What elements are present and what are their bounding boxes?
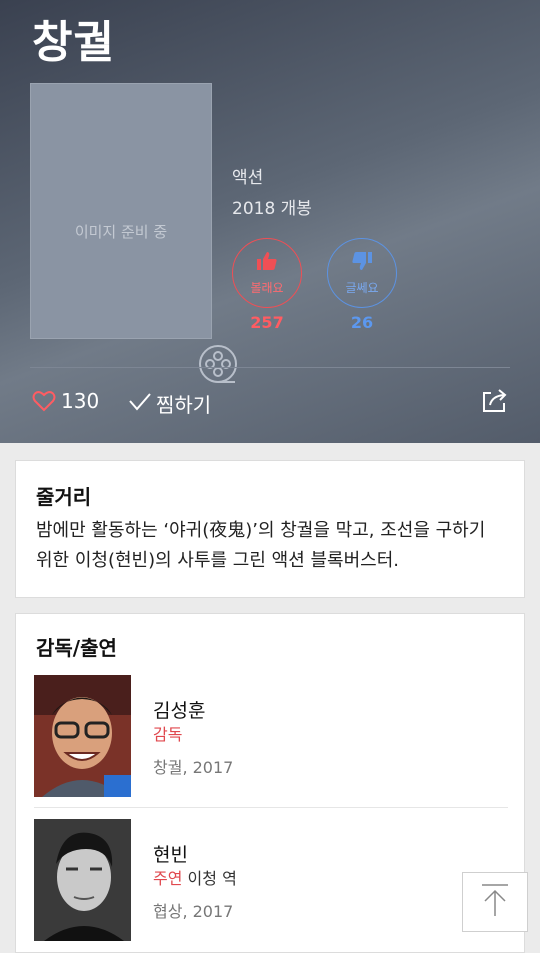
actor-role-line: 주연 이청 역 <box>153 865 237 889</box>
cast-card: 감독/출연 김성훈 감독 창궐, 2017 현빈 주연 이청 역 협상, 201… <box>15 613 525 953</box>
wishlist-button[interactable]: 찜하기 <box>156 389 211 418</box>
thumbs-up-icon <box>256 251 278 275</box>
dislike-button[interactable]: 글쎄요 <box>327 238 397 308</box>
movie-title: 창궐 <box>32 17 115 68</box>
dislike-count: 26 <box>350 313 374 332</box>
dislike-label: 글쎄요 <box>345 280 379 295</box>
poster-placeholder-text: 이미지 준비 중 <box>74 223 168 241</box>
director-role: 감독 <box>153 725 183 744</box>
cast-heading: 감독/출연 <box>36 636 117 660</box>
plot-card: 줄거리 밤에만 활동하는 ‘야귀(夜鬼)’의 창궐을 막고, 조선을 구하기 위… <box>15 460 525 598</box>
actor-work: 협상, 2017 <box>153 902 234 921</box>
release-year: 2018 개봉 <box>232 199 312 219</box>
plot-text: 밤에만 활동하는 ‘야귀(夜鬼)’의 창궐을 막고, 조선을 구하기 위한 이청… <box>36 520 486 571</box>
poster-placeholder: 이미지 준비 중 <box>30 83 237 383</box>
thumbs-down-icon <box>351 251 373 275</box>
divider <box>30 367 510 368</box>
scroll-to-top-button[interactable] <box>462 872 528 932</box>
director-photo[interactable] <box>34 675 131 797</box>
director-work: 창궐, 2017 <box>153 758 234 777</box>
share-icon[interactable] <box>482 388 508 418</box>
actor-name[interactable]: 현빈 <box>153 840 188 867</box>
likes-count: 130 <box>61 389 100 413</box>
plot-heading: 줄거리 <box>36 485 92 509</box>
actor-photo[interactable] <box>34 819 131 941</box>
heart-icon[interactable] <box>32 390 56 416</box>
like-button[interactable]: 볼래요 <box>232 238 302 308</box>
check-icon[interactable] <box>129 393 151 415</box>
movie-header: 창궐 이미지 준비 중 액션 2018 개봉 볼래요 257 글쎄요 26 13… <box>0 0 540 443</box>
like-label: 볼래요 <box>250 280 284 295</box>
actor-character: 이청 역 <box>182 869 237 888</box>
cast-separator <box>34 807 508 808</box>
actor-role: 주연 <box>153 869 183 888</box>
arrow-up-icon <box>480 883 510 921</box>
like-count: 257 <box>250 313 284 332</box>
genre: 액션 <box>232 168 264 188</box>
director-name[interactable]: 김성훈 <box>153 696 205 723</box>
